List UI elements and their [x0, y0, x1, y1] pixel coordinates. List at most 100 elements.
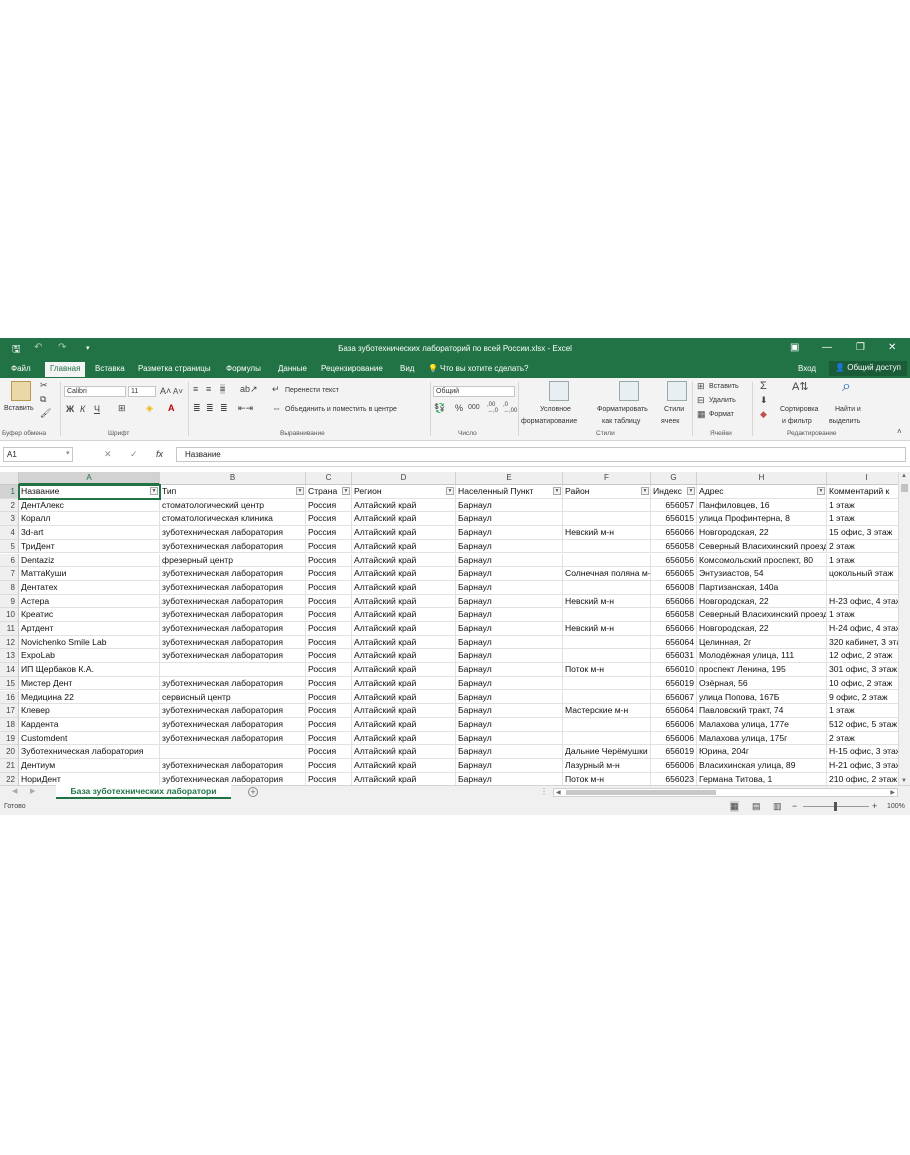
table-cell[interactable]: Барнаул: [456, 704, 563, 718]
table-cell[interactable]: Н-24 офис, 4 этаж: [827, 622, 898, 636]
table-cell[interactable]: Алтайский край: [352, 676, 456, 691]
table-cell[interactable]: зуботехническая лаборатория: [160, 622, 306, 636]
table-cell[interactable]: Зуботехническая лаборатория: [19, 745, 160, 759]
insert-cells-button[interactable]: Вставить: [709, 383, 739, 390]
ribbon-display-options-icon[interactable]: ▣: [790, 342, 799, 353]
sheet-tab[interactable]: База зуботехнических лаборатори: [56, 785, 231, 799]
table-cell[interactable]: Молодёжная улица, 111: [697, 649, 827, 664]
table-cell[interactable]: Dentaziz: [19, 553, 160, 568]
table-cell[interactable]: Озёрная, 56: [697, 676, 827, 691]
format-painter-icon[interactable]: 🖌: [40, 408, 51, 419]
table-cell[interactable]: [563, 608, 651, 622]
table-cell[interactable]: Россия: [306, 676, 352, 691]
table-cell[interactable]: 656066: [651, 594, 697, 609]
table-cell[interactable]: Алтайский край: [352, 539, 456, 554]
tab-split-handle-icon[interactable]: ⋮: [540, 787, 548, 796]
row-header[interactable]: 18: [0, 717, 19, 732]
table-cell[interactable]: зуботехническая лаборатория: [160, 635, 306, 650]
row-header[interactable]: 19: [0, 731, 19, 746]
table-header-cell[interactable]: Название ▼: [19, 485, 160, 499]
table-cell[interactable]: Коралл: [19, 512, 160, 527]
table-cell[interactable]: Россия: [306, 539, 352, 554]
table-cell[interactable]: Россия: [306, 622, 352, 636]
zoom-in-icon[interactable]: +: [872, 801, 877, 811]
row-header[interactable]: 5: [0, 539, 19, 554]
table-cell[interactable]: 656006: [651, 759, 697, 773]
table-cell[interactable]: Лазурный м-н: [563, 759, 651, 773]
currency-icon[interactable]: 💱: [434, 403, 445, 414]
underline-button[interactable]: Ч: [94, 404, 100, 414]
table-cell[interactable]: Барнаул: [456, 512, 563, 527]
table-cell[interactable]: улица Попова, 167Б: [697, 690, 827, 705]
indent-icon[interactable]: ⇤⇥: [238, 403, 253, 414]
table-cell[interactable]: Алтайский край: [352, 553, 456, 568]
table-cell[interactable]: [563, 553, 651, 568]
table-cell[interactable]: Новгородская, 22: [697, 526, 827, 540]
table-header-cell[interactable]: Индекс ▼: [651, 485, 697, 499]
table-cell[interactable]: зуботехническая лаборатория: [160, 649, 306, 664]
table-cell[interactable]: 210 офис, 2 этаж: [827, 773, 898, 785]
table-cell[interactable]: Барнаул: [456, 663, 563, 677]
format-cells-icon[interactable]: ▦: [697, 409, 706, 420]
font-color-icon[interactable]: A: [168, 403, 175, 413]
find-select-icon[interactable]: ⌕: [842, 378, 851, 396]
zoom-level[interactable]: 100%: [887, 803, 905, 810]
table-cell[interactable]: [563, 731, 651, 746]
table-cell[interactable]: Novichenko Smile Lab: [19, 635, 160, 650]
row-header[interactable]: 7: [0, 567, 19, 581]
table-cell[interactable]: зуботехническая лаборатория: [160, 580, 306, 595]
insert-cells-icon[interactable]: ⊞: [697, 381, 705, 392]
zoom-slider-thumb[interactable]: [834, 802, 837, 811]
table-cell[interactable]: Целинная, 2г: [697, 635, 827, 650]
scroll-left-icon[interactable]: ◀: [556, 789, 561, 796]
autosum-icon[interactable]: Σ: [760, 380, 767, 392]
normal-view-icon[interactable]: ▦: [730, 801, 739, 812]
filter-dropdown-icon[interactable]: ▼: [342, 487, 350, 495]
table-cell[interactable]: Партизанская, 140а: [697, 580, 827, 595]
table-cell[interactable]: Алтайский край: [352, 526, 456, 540]
table-cell[interactable]: цокольный этаж: [827, 567, 898, 581]
table-cell[interactable]: зуботехническая лаборатория: [160, 704, 306, 718]
table-cell[interactable]: зуботехническая лаборатория: [160, 759, 306, 773]
tab-insert[interactable]: Вставка: [95, 364, 125, 373]
table-cell[interactable]: Барнаул: [456, 608, 563, 622]
scroll-down-icon[interactable]: ▼: [901, 778, 907, 784]
column-header-f[interactable]: F: [563, 472, 651, 485]
format-as-table-label-2[interactable]: как таблицу: [602, 418, 640, 425]
merge-icon[interactable]: ⇔: [272, 403, 281, 413]
table-cell[interactable]: Поток м-н: [563, 663, 651, 677]
number-format-dropdown[interactable]: Общий: [433, 386, 515, 397]
table-cell[interactable]: 656006: [651, 731, 697, 746]
table-cell[interactable]: ТриДент: [19, 539, 160, 554]
page-layout-view-icon[interactable]: ▤: [752, 801, 761, 812]
table-cell[interactable]: улица Профинтерна, 8: [697, 512, 827, 527]
column-header-a[interactable]: A: [19, 472, 160, 485]
table-header-cell[interactable]: Адрес ▼: [697, 485, 827, 499]
table-header-cell[interactable]: Комментарий к: [827, 485, 898, 499]
paste-label[interactable]: Вставить: [4, 405, 34, 412]
table-header-cell[interactable]: Страна ▼: [306, 485, 352, 499]
table-cell[interactable]: [563, 717, 651, 732]
table-cell[interactable]: Новгородская, 22: [697, 594, 827, 609]
table-cell[interactable]: зуботехническая лаборатория: [160, 676, 306, 691]
table-cell[interactable]: Комсомольский проспект, 80: [697, 553, 827, 568]
sort-filter-icon[interactable]: A⇅: [792, 380, 809, 393]
table-cell[interactable]: 2 этаж: [827, 540, 898, 554]
filter-dropdown-icon[interactable]: ▼: [687, 487, 695, 495]
table-cell[interactable]: Россия: [306, 498, 352, 513]
table-cell[interactable]: Алтайский край: [352, 717, 456, 732]
table-cell[interactable]: 656057: [651, 498, 697, 513]
row-header[interactable]: 1: [0, 485, 19, 499]
align-bottom-icon[interactable]: ≡: [220, 384, 226, 394]
row-header[interactable]: 22: [0, 772, 19, 785]
table-cell[interactable]: 656064: [651, 704, 697, 718]
font-size-dropdown[interactable]: 11: [128, 386, 156, 397]
table-cell[interactable]: [563, 649, 651, 664]
thousands-icon[interactable]: 000: [468, 404, 480, 411]
table-cell[interactable]: Россия: [306, 512, 352, 527]
table-cell[interactable]: Барнаул: [456, 526, 563, 540]
table-header-cell[interactable]: Район ▼: [563, 485, 651, 499]
tab-view[interactable]: Вид: [400, 364, 414, 373]
table-cell[interactable]: 512 офис, 5 этаж: [827, 718, 898, 732]
column-header-i[interactable]: I: [827, 472, 898, 485]
